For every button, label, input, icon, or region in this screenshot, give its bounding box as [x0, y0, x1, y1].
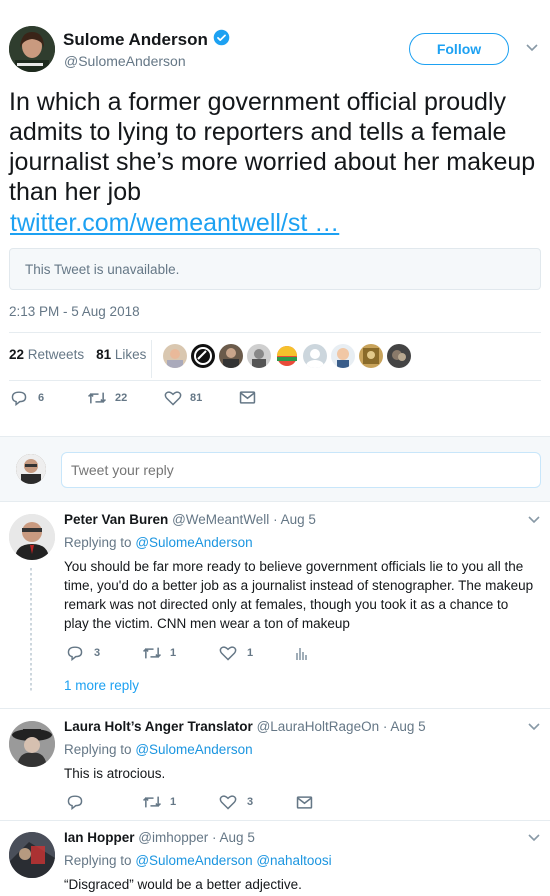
follow-button[interactable]: Follow — [409, 33, 509, 65]
chevron-down-icon[interactable] — [527, 833, 541, 843]
like-count: 81 — [190, 392, 203, 404]
envelope-icon — [239, 391, 256, 404]
more-replies-link[interactable]: 1 more reply — [64, 678, 139, 693]
reply-text: This is atrocious. — [64, 766, 166, 781]
like-action[interactable]: 81 — [164, 390, 202, 406]
chevron-down-icon[interactable] — [525, 43, 539, 53]
like-action[interactable]: 1 — [219, 645, 253, 661]
verified-badge-icon — [213, 29, 230, 51]
heart-icon — [164, 391, 182, 406]
reply-author-handle[interactable]: @imhopper — [138, 830, 208, 845]
chevron-down-icon[interactable] — [527, 722, 541, 732]
reply-icon — [67, 795, 83, 810]
reply-author-name[interactable]: Ian Hopper — [64, 830, 135, 845]
retweet-action[interactable]: 1 — [142, 794, 176, 810]
liker-avatar[interactable] — [331, 344, 355, 368]
reply-count: 3 — [94, 647, 101, 659]
direct-message-action[interactable] — [239, 390, 256, 405]
replying-to-mention[interactable]: @SulomeAnderson — [135, 535, 252, 550]
replying-to-mention[interactable]: @SulomeAnderson — [135, 742, 252, 757]
quoted-tweet-unavailable-text: This Tweet is unavailable. — [25, 262, 180, 277]
reply-author-avatar[interactable] — [9, 721, 55, 767]
reply-author-name[interactable]: Laura Holt’s Anger Translator — [64, 719, 253, 734]
likes-stat[interactable]: 81 Likes — [96, 347, 146, 362]
quoted-tweet-box: This Tweet is unavailable. — [9, 248, 541, 290]
liker-avatar[interactable] — [359, 344, 383, 368]
tweet-text: In which a former government official pr… — [9, 88, 536, 206]
reply-icon — [11, 391, 27, 406]
replying-to-label: Replying to — [64, 742, 132, 757]
envelope-icon — [296, 796, 313, 809]
reply-date[interactable]: · Aug 5 — [273, 512, 316, 527]
reply-date[interactable]: · Aug 5 — [383, 719, 426, 734]
chevron-down-icon[interactable] — [527, 515, 541, 525]
analytics-icon — [296, 648, 307, 660]
replying-to-mention[interactable]: @SulomeAnderson @nahaltoosi — [135, 853, 331, 868]
thread-connector — [30, 568, 32, 692]
heart-icon — [219, 795, 237, 810]
reply-icon — [67, 646, 83, 661]
heart-icon — [219, 646, 237, 661]
reply-text: “Disgraced” would be a better adjective. — [64, 877, 302, 892]
reply-author-avatar[interactable] — [9, 514, 55, 560]
retweets-stat[interactable]: 22 Retweets — [9, 347, 84, 362]
liker-avatar[interactable] — [219, 344, 243, 368]
like-count: 1 — [247, 647, 254, 659]
reply-text: You should be far more ready to believe … — [64, 559, 534, 631]
retweets-label: Retweets — [27, 347, 85, 362]
liker-avatar[interactable] — [247, 344, 271, 368]
reply-action[interactable]: 3 — [66, 645, 100, 661]
retweet-count: 22 — [115, 392, 128, 404]
like-count: 3 — [247, 796, 254, 808]
direct-message-action[interactable] — [296, 795, 313, 810]
retweets-count: 22 — [9, 347, 25, 362]
liker-avatar[interactable] — [303, 344, 327, 368]
current-user-avatar — [16, 454, 46, 484]
retweet-count: 1 — [170, 796, 177, 808]
replying-to-label: Replying to — [64, 535, 132, 550]
retweet-icon — [142, 647, 162, 659]
retweet-action[interactable]: 22 — [87, 390, 127, 406]
liker-avatar[interactable] — [191, 344, 215, 368]
like-action[interactable]: 3 — [219, 794, 253, 810]
replying-to-label: Replying to — [64, 853, 132, 868]
author-avatar[interactable] — [9, 26, 55, 72]
author-name[interactable]: Sulome Anderson — [63, 30, 208, 50]
likers-avatars — [163, 344, 411, 368]
retweet-action[interactable]: 1 — [142, 645, 176, 661]
tweet-timestamp[interactable]: 2:13 PM - 5 Aug 2018 — [9, 304, 140, 319]
retweet-count: 1 — [170, 647, 177, 659]
likes-count: 81 — [96, 347, 112, 362]
tweet-link[interactable]: twitter.com/wemeantwell/st … — [10, 208, 339, 238]
liker-avatar[interactable] — [275, 344, 299, 368]
likes-label: Likes — [114, 347, 147, 362]
analytics-action[interactable] — [295, 645, 309, 661]
retweet-icon — [87, 392, 107, 404]
author-handle[interactable]: @SulomeAnderson — [64, 53, 186, 69]
reply-action[interactable]: 6 — [10, 390, 44, 406]
retweet-icon — [142, 796, 162, 808]
liker-avatar[interactable] — [387, 344, 411, 368]
reply-date[interactable]: · Aug 5 — [212, 830, 255, 845]
reply-action[interactable] — [66, 794, 84, 810]
reply-author-avatar[interactable] — [9, 832, 55, 878]
reply-count: 6 — [38, 392, 45, 404]
reply-author-name[interactable]: Peter Van Buren — [64, 512, 168, 527]
liker-avatar[interactable] — [163, 344, 187, 368]
reply-author-handle[interactable]: @LauraHoltRageOn — [257, 719, 380, 734]
reply-author-handle[interactable]: @WeMeantWell — [172, 512, 269, 527]
reply-input[interactable] — [61, 452, 541, 488]
